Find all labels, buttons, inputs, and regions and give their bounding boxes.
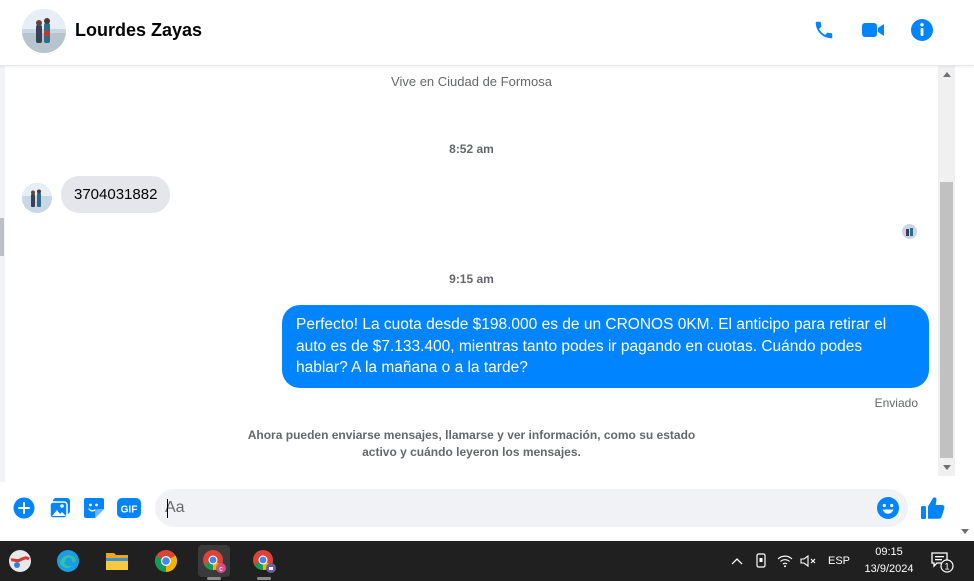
notice-line: Ahora pueden enviarse mensajes, llamarse… bbox=[247, 428, 696, 442]
file-explorer-icon bbox=[106, 553, 128, 570]
caret-up-icon bbox=[942, 72, 951, 77]
incoming-message-bubble[interactable]: 3704031882 bbox=[61, 176, 171, 213]
taskbar-clock[interactable]: 09:15 13/9/2024 bbox=[858, 544, 920, 578]
taskbar-app[interactable] bbox=[150, 545, 182, 577]
connection-notice: Ahora pueden enviarse mensajes, llamarse… bbox=[5, 427, 938, 461]
chat-header: Lourdes Zayas bbox=[0, 0, 974, 66]
chrome-profile-c-icon: c bbox=[203, 550, 226, 573]
taskbar-app[interactable] bbox=[52, 545, 84, 577]
chrome-icon bbox=[154, 550, 177, 572]
info-icon bbox=[911, 19, 933, 41]
left-resize-handle[interactable] bbox=[0, 218, 4, 256]
attach-photo-button[interactable] bbox=[48, 496, 72, 520]
show-hidden-icons-button[interactable] bbox=[729, 541, 745, 581]
network-button[interactable] bbox=[776, 541, 794, 581]
messenger-window: Lourdes Zayas Vive en Ciudad de Formosa … bbox=[0, 0, 974, 581]
svg-text:c: c bbox=[219, 566, 223, 573]
message-sent-status: Enviado bbox=[874, 396, 918, 410]
scrollbar-thumb[interactable] bbox=[940, 182, 953, 458]
contact-avatar[interactable] bbox=[22, 9, 66, 53]
page-scrollbar[interactable] bbox=[955, 66, 974, 541]
windows-taskbar: c ESP 09:15 13/9/2024 1 bbox=[0, 541, 974, 581]
message-list-scrollbar[interactable] bbox=[938, 66, 955, 476]
call-button[interactable] bbox=[811, 17, 837, 43]
wifi-icon bbox=[777, 555, 793, 568]
volume-button[interactable] bbox=[798, 541, 818, 581]
clock-time: 09:15 bbox=[875, 546, 903, 558]
taskbar-app[interactable] bbox=[101, 545, 133, 577]
video-camera-icon bbox=[862, 23, 884, 37]
message-timestamp: 9:15 am bbox=[449, 272, 494, 286]
message-input-container[interactable] bbox=[155, 489, 908, 527]
sticker-button[interactable] bbox=[82, 496, 106, 520]
open-indicator bbox=[257, 577, 271, 580]
contact-location-info: Vive en Ciudad de Formosa bbox=[391, 74, 552, 89]
video-call-button[interactable] bbox=[860, 17, 886, 43]
text-caret bbox=[167, 499, 168, 518]
contact-name[interactable]: Lourdes Zayas bbox=[75, 20, 202, 41]
message-timestamp: 8:52 am bbox=[449, 142, 494, 156]
gif-icon: GIF bbox=[117, 498, 141, 518]
message-list: Vive en Ciudad de Formosa 8:52 am 370403… bbox=[5, 66, 938, 476]
message-composer: GIF bbox=[0, 482, 955, 540]
outgoing-message-bubble[interactable]: Perfecto! La cuota desde $198.000 es de … bbox=[282, 305, 929, 388]
gif-label: GIF bbox=[121, 505, 138, 516]
notification-center-button[interactable]: 1 bbox=[928, 550, 954, 574]
sender-avatar[interactable] bbox=[22, 183, 52, 213]
remote-desktop-icon bbox=[9, 550, 31, 572]
photo-icon bbox=[49, 498, 70, 519]
edge-icon bbox=[57, 550, 79, 572]
scroll-down-arrow[interactable] bbox=[938, 459, 955, 476]
speaker-muted-icon bbox=[800, 554, 816, 568]
chevron-up-icon bbox=[731, 558, 743, 565]
caret-down-icon bbox=[942, 465, 951, 470]
taskbar-app-active[interactable]: c bbox=[198, 545, 230, 580]
notification-count: 1 bbox=[944, 562, 949, 572]
emoji-icon bbox=[877, 497, 899, 519]
clock-date: 13/9/2024 bbox=[864, 563, 914, 575]
chrome-profile-lock-icon bbox=[253, 550, 276, 573]
device-icon bbox=[756, 553, 766, 568]
input-language-button[interactable]: ESP bbox=[826, 541, 852, 581]
notice-line: activo y cuándo leyeron los mensajes. bbox=[362, 445, 581, 459]
message-input[interactable] bbox=[165, 489, 865, 527]
thumbs-up-icon bbox=[921, 497, 945, 519]
taskbar-app[interactable] bbox=[248, 545, 280, 580]
caret-down-icon bbox=[961, 529, 969, 534]
conversation-info-button[interactable] bbox=[909, 17, 935, 43]
tray-device-button[interactable] bbox=[752, 541, 770, 581]
taskbar-app[interactable] bbox=[4, 545, 36, 577]
plus-circle-icon bbox=[13, 497, 35, 519]
more-actions-button[interactable] bbox=[12, 496, 36, 520]
send-like-button[interactable] bbox=[920, 495, 946, 521]
sticker-icon bbox=[84, 498, 104, 518]
emoji-button[interactable] bbox=[876, 496, 900, 520]
phone-icon bbox=[815, 21, 833, 39]
read-receipt-avatar bbox=[902, 224, 917, 239]
scroll-up-arrow[interactable] bbox=[938, 66, 955, 83]
notification-icon: 1 bbox=[931, 552, 954, 573]
active-indicator bbox=[207, 577, 221, 580]
gif-button[interactable]: GIF bbox=[116, 496, 142, 520]
